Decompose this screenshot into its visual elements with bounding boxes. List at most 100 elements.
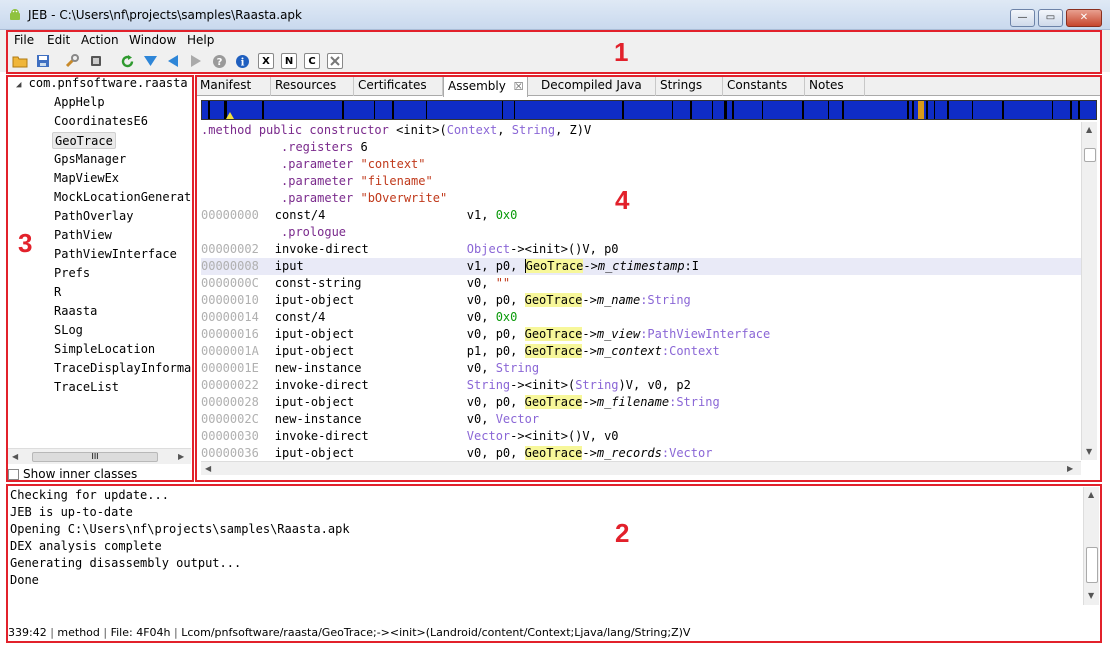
instruction-line[interactable]: 0000002C new-instance v0, Vector [201, 411, 1081, 428]
console-line: Done [10, 573, 39, 587]
method-header-line[interactable]: .method public constructor <init>(Contex… [201, 122, 1081, 139]
instruction-line[interactable]: 00000014 const/4 v0, 0x0 [201, 309, 1081, 326]
menu-edit[interactable]: Edit [47, 33, 70, 47]
wrench-icon[interactable] [64, 53, 80, 69]
x-icon[interactable]: X [258, 53, 274, 69]
back-arrow-icon[interactable] [165, 53, 181, 69]
minimize-button[interactable]: — [1010, 9, 1035, 27]
menu-window[interactable]: Window [129, 33, 176, 47]
instruction-line-highlighted[interactable]: 00000008 iput v1, p0, GeoTrace->m_ctimesta… [201, 258, 1081, 275]
prologue-line[interactable]: .prologue [201, 224, 1081, 241]
code-scroll-thumb[interactable] [1084, 148, 1096, 162]
tree-item-slog[interactable]: SLog [52, 322, 85, 339]
console-line: JEB is up-to-date [10, 505, 133, 519]
scroll-down-icon[interactable]: ▼ [1088, 591, 1094, 600]
instruction-line[interactable]: 00000016 iput-object v0, p0, GeoTrace->m_v… [201, 326, 1081, 343]
tree-scroll-thumb[interactable]: III [32, 452, 158, 462]
tree-item-raasta[interactable]: Raasta [52, 303, 99, 320]
console-vertical-scrollbar[interactable]: ▲ ▼ [1083, 487, 1099, 605]
instruction-line[interactable]: 00000010 iput-object v0, p0, GeoTrace->m_n… [201, 292, 1081, 309]
window-title: JEB - C:\Users\nf\projects\samples\Raast… [28, 8, 302, 22]
forward-arrow-icon[interactable] [188, 53, 204, 69]
tab-constants[interactable]: Constants [723, 76, 805, 96]
tree-item-tracedisplayinformation[interactable]: TraceDisplayInformation [52, 360, 193, 377]
menu-action[interactable]: Action [81, 33, 119, 47]
tab-manifest[interactable]: Manifest [196, 76, 271, 96]
instruction-line[interactable]: 00000002 invoke-direct Object-><init>()V, … [201, 241, 1081, 258]
c-icon[interactable]: C [304, 53, 320, 69]
expand-triangle-icon[interactable]: ◢ [16, 80, 21, 90]
annotation-label-2: 2 [615, 518, 630, 548]
instruction-line[interactable]: 0000001E new-instance v0, String [201, 360, 1081, 377]
maximize-button[interactable]: ▭ [1038, 9, 1063, 27]
tree-root[interactable]: ◢ com.pnfsoftware.raasta [16, 76, 188, 90]
tab-assembly[interactable]: Assembly ☒ [443, 76, 528, 97]
tree-item-tracelist[interactable]: TraceList [52, 379, 121, 396]
annotation-label-1: 1 [614, 37, 629, 67]
tree-item-mapviewex[interactable]: MapViewEx [52, 170, 121, 187]
code-vertical-scrollbar[interactable]: ▲ ▼ [1081, 122, 1097, 460]
console-output[interactable]: Checking for update... JEB is up-to-date… [8, 487, 1080, 603]
editor-tabs: Manifest Resources Certificates Assembly… [196, 76, 1101, 97]
refresh-icon[interactable] [119, 53, 135, 69]
tab-certificates[interactable]: Certificates [354, 76, 443, 96]
scroll-up-icon[interactable]: ▲ [1086, 125, 1092, 134]
instruction-line[interactable]: 0000001A iput-object p1, p0, GeoTrace->m_c… [201, 343, 1081, 360]
parameter-line[interactable]: .parameter "context" [201, 156, 1081, 173]
tree-item-geotrace[interactable]: GeoTrace [52, 132, 116, 149]
scroll-left-icon[interactable]: ◀ [205, 464, 211, 473]
menu-help[interactable]: Help [187, 33, 214, 47]
tree-item-r[interactable]: R [52, 284, 63, 301]
scroll-right-icon[interactable]: ▶ [1067, 464, 1073, 473]
show-inner-classes-checkbox[interactable] [8, 468, 19, 480]
menu-file[interactable]: File [14, 33, 34, 47]
show-inner-classes[interactable]: Show inner classes [8, 467, 137, 481]
tree-horizontal-scrollbar[interactable]: ◀ III ▶ [8, 448, 191, 464]
tab-resources[interactable]: Resources [271, 76, 354, 96]
instruction-line[interactable]: 00000030 invoke-direct Vector-><init>()V, … [201, 428, 1081, 445]
scroll-right-icon[interactable]: ▶ [178, 452, 184, 461]
console-scroll-thumb[interactable] [1086, 547, 1098, 583]
help-icon[interactable]: ? [211, 53, 227, 69]
scroll-up-icon[interactable]: ▲ [1088, 490, 1094, 499]
tree-item-apphelp[interactable]: AppHelp [52, 94, 107, 111]
tree-root-label: com.pnfsoftware.raasta [28, 76, 188, 90]
instruction-line[interactable]: 00000000 const/4 v1, 0x0 [201, 207, 1081, 224]
assembly-code-view[interactable]: .method public constructor <init>(Contex… [201, 122, 1081, 460]
tab-strings[interactable]: Strings [656, 76, 723, 96]
instruction-line[interactable]: 00000022 invoke-direct String-><init>(Stri… [201, 377, 1081, 394]
tree-item-mocklocationgenerator[interactable]: MockLocationGenerator [52, 189, 193, 206]
tree-item-prefs[interactable]: Prefs [52, 265, 92, 282]
tree-item-pathviewinterface[interactable]: PathViewInterface [52, 246, 179, 263]
tab-notes[interactable]: Notes [805, 76, 865, 96]
tree-item-simplelocation[interactable]: SimpleLocation [52, 341, 157, 358]
n-icon[interactable]: N [281, 53, 297, 69]
down-arrow-icon[interactable] [142, 53, 158, 69]
parameter-line[interactable]: .parameter "filename" [201, 173, 1081, 190]
parameter-line[interactable]: .parameter "bOverwrite" [201, 190, 1081, 207]
navigation-overview-bar[interactable] [201, 100, 1097, 120]
tree-item-pathview[interactable]: PathView [52, 227, 114, 244]
save-icon[interactable] [35, 53, 51, 69]
instruction-line[interactable]: 00000036 iput-object v0, p0, GeoTrace->m_r… [201, 445, 1081, 460]
info-icon[interactable]: i [234, 53, 250, 69]
scroll-left-icon[interactable]: ◀ [12, 452, 18, 461]
scroll-down-icon[interactable]: ▼ [1086, 447, 1092, 456]
open-folder-icon[interactable] [12, 53, 28, 69]
instruction-line[interactable]: 00000028 iput-object v0, p0, GeoTrace->m_f… [201, 394, 1081, 411]
status-position: 339:42 [8, 626, 47, 639]
tree-item-pathoverlay[interactable]: PathOverlay [52, 208, 135, 225]
code-horizontal-scrollbar[interactable]: ◀ ▶ [201, 461, 1081, 475]
registers-line[interactable]: .registers 6 [201, 139, 1081, 156]
tab-close-icon[interactable]: ☒ [514, 80, 524, 93]
cross-icon[interactable] [327, 53, 343, 69]
package-tree[interactable]: ◢ com.pnfsoftware.raasta AppHelp Coordin… [8, 76, 193, 448]
tree-item-coordinatese6[interactable]: CoordinatesE6 [52, 113, 150, 130]
title-bar: JEB - C:\Users\nf\projects\samples\Raast… [0, 0, 1110, 30]
instruction-line[interactable]: 0000000C const-string v0, "" [201, 275, 1081, 292]
tree-item-gpsmanager[interactable]: GpsManager [52, 151, 128, 168]
tab-decompiled-java[interactable]: Decompiled Java [537, 76, 656, 96]
close-button[interactable]: ✕ [1066, 9, 1102, 27]
toolbar: ? i X N C [0, 50, 1110, 72]
chip-icon[interactable] [88, 53, 104, 69]
